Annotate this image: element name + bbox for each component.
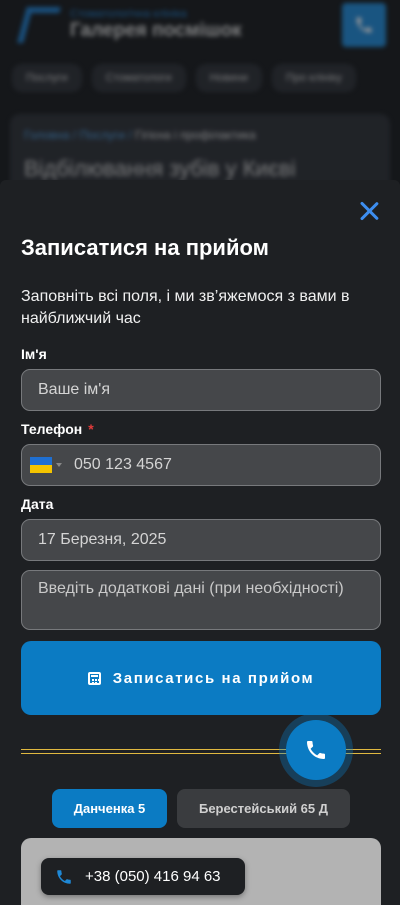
appointment-modal: Записатися на прийом Заповніть всі поля,… bbox=[0, 180, 400, 905]
phone-input[interactable]: 050 123 4567 bbox=[21, 444, 381, 486]
name-input[interactable]: Ваше ім'я bbox=[21, 369, 381, 411]
phone-icon bbox=[307, 741, 325, 759]
nav-item: Новини bbox=[195, 64, 262, 92]
breadcrumb-section: Послуги bbox=[79, 128, 125, 142]
phone-label: Телефон * bbox=[21, 421, 94, 437]
brand-name: Галерея посмішок bbox=[70, 20, 242, 41]
modal-title: Записатися на прийом bbox=[21, 235, 269, 260]
brand: Стоматологічна клініка Галерея посмішок bbox=[70, 8, 242, 42]
submit-label: Записатись на прийом bbox=[112, 669, 315, 687]
nav-item: Послуги bbox=[12, 64, 82, 92]
site-header: Стоматологічна клініка Галерея посмішок bbox=[0, 0, 400, 50]
clinic-logo bbox=[14, 5, 60, 45]
nav-item: Про клініку bbox=[271, 64, 356, 92]
breadcrumb-current: Гігієна і профілактика bbox=[135, 128, 256, 142]
phone-label-text: Телефон bbox=[21, 421, 83, 437]
date-input[interactable]: 17 Березня, 2025 bbox=[21, 519, 381, 561]
required-mark: * bbox=[88, 421, 94, 437]
phone-icon bbox=[356, 17, 372, 33]
site-nav: Послуги Стоматологи Новини Про клініку bbox=[0, 50, 400, 102]
close-icon[interactable] bbox=[358, 200, 380, 222]
phone-value: 050 123 4567 bbox=[74, 456, 172, 473]
page-heading: Відбілювання зубів у Києві bbox=[24, 156, 296, 181]
location-phone-number: +38 (050) 416 94 63 bbox=[85, 868, 221, 885]
breadcrumb-home: Головна bbox=[24, 128, 70, 142]
breadcrumb: Головна / Послуги / Гігієна і профілакти… bbox=[24, 128, 256, 142]
calendar-icon bbox=[87, 671, 101, 685]
submit-appointment-button[interactable]: Записатись на прийом bbox=[21, 641, 381, 715]
name-label: Ім'я bbox=[21, 346, 47, 362]
notes-textarea[interactable]: Введіть додаткові дані (при необхідності… bbox=[21, 570, 381, 630]
location-phone-link[interactable]: +38 (050) 416 94 63 bbox=[41, 858, 245, 895]
floating-call-button[interactable] bbox=[279, 713, 353, 787]
modal-subtitle: Заповніть всі поля, і ми зв’яжемося з ва… bbox=[21, 288, 350, 327]
chevron-down-icon[interactable] bbox=[56, 463, 62, 467]
brand-tagline: Стоматологічна клініка bbox=[70, 8, 187, 20]
tab-beresteiskyi[interactable]: Берестейський 65 Д bbox=[177, 789, 350, 828]
date-label: Дата bbox=[21, 496, 54, 512]
ukraine-flag-icon[interactable] bbox=[30, 457, 52, 473]
phone-icon bbox=[57, 869, 71, 884]
tab-danchenka[interactable]: Данченка 5 bbox=[52, 789, 167, 828]
header-phone-button bbox=[342, 3, 386, 47]
nav-item: Стоматологи bbox=[91, 64, 186, 92]
